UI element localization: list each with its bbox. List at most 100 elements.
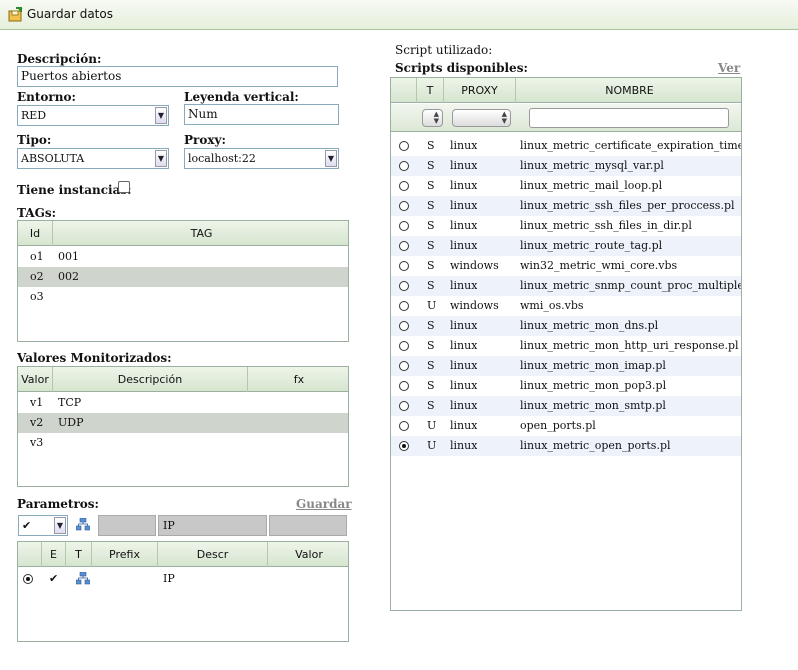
script-row[interactable]: Ulinux linux_metric_open_ports.pl [391, 436, 741, 456]
table-row[interactable]: v3 [18, 433, 348, 453]
script-nombre: linux_metric_mon_smtp.pl [520, 399, 666, 412]
scripts-header-proxy[interactable]: PROXY [444, 78, 516, 103]
prefix-field[interactable] [98, 515, 156, 536]
proxy-label: Proxy: [184, 133, 226, 147]
script-proxy: linux [450, 179, 478, 192]
script-radio[interactable] [399, 281, 409, 291]
script-type: U [427, 439, 437, 452]
script-type: S [427, 319, 435, 332]
script-radio[interactable] [399, 401, 409, 411]
script-nombre: linux_metric_snmp_count_proc_multiple_d [520, 279, 742, 292]
parametros-header-e[interactable]: E [42, 542, 66, 567]
script-row[interactable]: Slinux linux_metric_mail_loop.pl [391, 176, 741, 196]
script-radio[interactable] [399, 441, 409, 451]
tag-id: o3 [30, 290, 44, 303]
nombre-filter-input[interactable] [529, 108, 729, 128]
valores-grid: Valor Descripción fx v1 TCP v2 UDP v3 [17, 366, 349, 487]
script-nombre: linux_metric_mon_imap.pl [520, 359, 666, 372]
valores-header-fx[interactable]: fx [248, 367, 348, 392]
script-row[interactable]: Slinux linux_metric_snmp_count_proc_multi… [391, 276, 741, 296]
tag-value: 002 [58, 270, 79, 283]
valor-descripcion: TCP [58, 396, 82, 409]
script-radio[interactable] [399, 421, 409, 431]
script-radio[interactable] [399, 221, 409, 231]
valores-header-valor[interactable]: Valor [18, 367, 53, 392]
proxy-filter-select[interactable]: ▲ ▼ [452, 109, 511, 127]
entorno-select[interactable]: RED ▼ [17, 105, 169, 126]
tipo-select[interactable]: ABSOLUTA ▼ [17, 148, 169, 169]
parametros-header-prefix[interactable]: Prefix [92, 542, 158, 567]
t-filter-select[interactable]: ▲ ▼ [422, 109, 443, 127]
script-row[interactable]: Slinux linux_metric_mon_http_uri_response… [391, 336, 741, 356]
script-row[interactable]: Slinux linux_metric_certificate_expiratio… [391, 136, 741, 156]
script-type: S [427, 139, 435, 152]
parametro-descr: IP [163, 572, 175, 585]
script-row[interactable]: Slinux linux_metric_ssh_files_in_dir.pl [391, 216, 741, 236]
check-icon: ✔ [22, 519, 32, 532]
script-row[interactable]: Slinux linux_metric_mon_smtp.pl [391, 396, 741, 416]
script-radio[interactable] [399, 181, 409, 191]
script-row[interactable]: Slinux linux_metric_route_tag.pl [391, 236, 741, 256]
script-nombre: wmi_os.vbs [520, 299, 584, 312]
table-row[interactable]: o1 001 [18, 247, 348, 267]
scripts-header-t[interactable]: T [417, 78, 444, 103]
ver-link[interactable]: Ver [718, 61, 740, 75]
guardar-link[interactable]: Guardar [296, 497, 352, 511]
parametros-header-valor[interactable]: Valor [268, 542, 348, 567]
script-radio[interactable] [399, 161, 409, 171]
valores-header-descripcion[interactable]: Descripción [53, 367, 248, 392]
leyenda-input[interactable]: Num [184, 104, 339, 125]
save-disk-icon[interactable] [7, 7, 23, 23]
script-radio[interactable] [399, 241, 409, 251]
tag-id: o2 [30, 270, 44, 283]
script-row[interactable]: Swindows win32_metric_wmi_core.vbs [391, 256, 741, 276]
script-row[interactable]: Ulinux open_ports.pl [391, 416, 741, 436]
table-row[interactable]: v1 TCP [18, 393, 348, 413]
script-row[interactable]: Uwindows wmi_os.vbs [391, 296, 741, 316]
script-row[interactable]: Slinux linux_metric_ssh_files_per_procces… [391, 196, 741, 216]
script-type: S [427, 199, 435, 212]
valor-descripcion: UDP [58, 416, 84, 429]
parametros-header-descr[interactable]: Descr [158, 542, 268, 567]
script-type: S [427, 259, 435, 272]
script-proxy: linux [450, 439, 478, 452]
script-proxy: windows [450, 259, 499, 272]
script-radio[interactable] [399, 381, 409, 391]
tags-grid: Id TAG o1 001 o2 002 o3 [17, 220, 349, 342]
tags-header-tag[interactable]: TAG [53, 221, 348, 246]
descripcion-input[interactable]: Puertos abiertos [17, 66, 338, 87]
ip-descr-field[interactable]: IP [158, 515, 267, 536]
script-radio[interactable] [399, 341, 409, 351]
tags-header-id[interactable]: Id [18, 221, 53, 246]
parametro-radio[interactable] [23, 574, 33, 584]
script-radio[interactable] [399, 321, 409, 331]
script-radio[interactable] [399, 201, 409, 211]
scripts-header-nombre[interactable]: NOMBRE [516, 78, 741, 103]
script-row[interactable]: Slinux linux_metric_mon_pop3.pl [391, 376, 741, 396]
table-row[interactable]: o2 002 [18, 267, 348, 287]
network-icon[interactable] [76, 518, 90, 531]
script-type: S [427, 339, 435, 352]
script-radio[interactable] [399, 261, 409, 271]
script-radio[interactable] [399, 141, 409, 151]
valor-field[interactable] [269, 515, 347, 536]
tag-value: 001 [58, 250, 79, 263]
script-radio[interactable] [399, 361, 409, 371]
script-row[interactable]: Slinux linux_metric_mon_dns.pl [391, 316, 741, 336]
parametros-header-t[interactable]: T [66, 542, 92, 567]
toolbar-title[interactable]: Guardar datos [27, 7, 113, 21]
script-radio[interactable] [399, 301, 409, 311]
table-row[interactable]: ✔ IP [18, 569, 348, 589]
descripcion-label: Descripción: [17, 52, 102, 66]
script-row[interactable]: Slinux linux_metric_mon_imap.pl [391, 356, 741, 376]
tags-grid-header: Id TAG [18, 221, 348, 246]
instancias-checkbox[interactable] [118, 181, 130, 193]
table-row[interactable]: o3 [18, 287, 348, 307]
scripts-grid-header: T PROXY NOMBRE [391, 78, 741, 103]
parametro-check-select[interactable]: ✔ ▼ [18, 515, 68, 536]
proxy-select[interactable]: localhost:22 ▼ [184, 148, 339, 169]
script-proxy: linux [450, 199, 478, 212]
table-row[interactable]: v2 UDP [18, 413, 348, 433]
tipo-label: Tipo: [17, 133, 52, 147]
script-row[interactable]: Slinux linux_metric_mysql_var.pl [391, 156, 741, 176]
